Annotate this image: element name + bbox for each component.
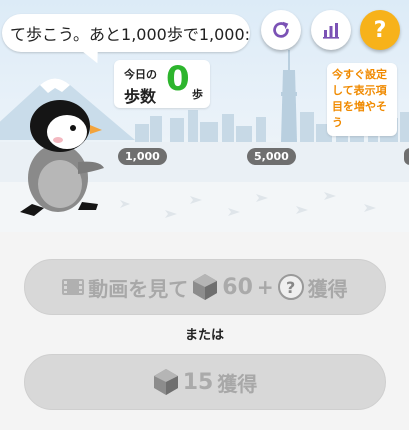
today-steps-card: 今日の 歩数 0 歩	[114, 60, 210, 108]
gem-icon	[153, 369, 178, 395]
steps-label: 歩数	[124, 87, 157, 106]
video-label: 動画を見て	[88, 276, 189, 301]
walking-scene: 1,000 5,000 て歩こう。あと1,000歩で1,000: 今日の 歩数 …	[0, 0, 409, 232]
speech-bubble: て歩こう。あと1,000歩で1,000:	[2, 14, 250, 52]
video-get-label: 獲得	[307, 276, 348, 301]
stats-button[interactable]	[311, 10, 351, 50]
penguin-character	[20, 100, 104, 216]
or-separator: または	[184, 328, 224, 343]
setup-hint[interactable]: 今すぐ設定 して表示項 目を増やそ う	[327, 63, 397, 136]
setup-hint-line: 今すぐ設定	[332, 68, 387, 81]
gem-count: 15	[182, 369, 214, 395]
setup-hint-line: 目を増やそ	[332, 100, 387, 113]
distance-marker-5000: 5,000	[247, 148, 296, 165]
gem-icon	[193, 274, 218, 300]
mystery-reward-icon: ?	[277, 274, 304, 300]
spend-gems-button[interactable]: 15 獲得	[24, 354, 386, 410]
help-button[interactable]: ?	[360, 10, 400, 50]
plus-sign: +	[256, 275, 274, 299]
footprints	[120, 192, 376, 218]
speech-text: て歩こう。あと1,000歩で1,000:	[10, 25, 250, 44]
distance-marker-partial	[404, 148, 409, 165]
gem-get-label: 獲得	[217, 371, 258, 396]
video-gem-count: 60	[222, 274, 253, 300]
steps-count: 0	[166, 59, 190, 99]
bar-chart-icon	[323, 23, 339, 39]
setup-hint-line: う	[332, 116, 343, 129]
refresh-button[interactable]	[261, 10, 301, 50]
film-icon	[62, 279, 85, 295]
steps-unit: 歩	[192, 88, 203, 101]
today-label: 今日の	[124, 68, 157, 81]
setup-hint-line: して表示項	[332, 84, 387, 97]
refresh-icon	[273, 21, 289, 38]
distance-marker-1000: 1,000	[118, 148, 167, 165]
help-icon: ?	[373, 17, 387, 43]
watch-video-reward-button[interactable]: 動画を見て 60 + ? 獲得	[24, 259, 386, 315]
